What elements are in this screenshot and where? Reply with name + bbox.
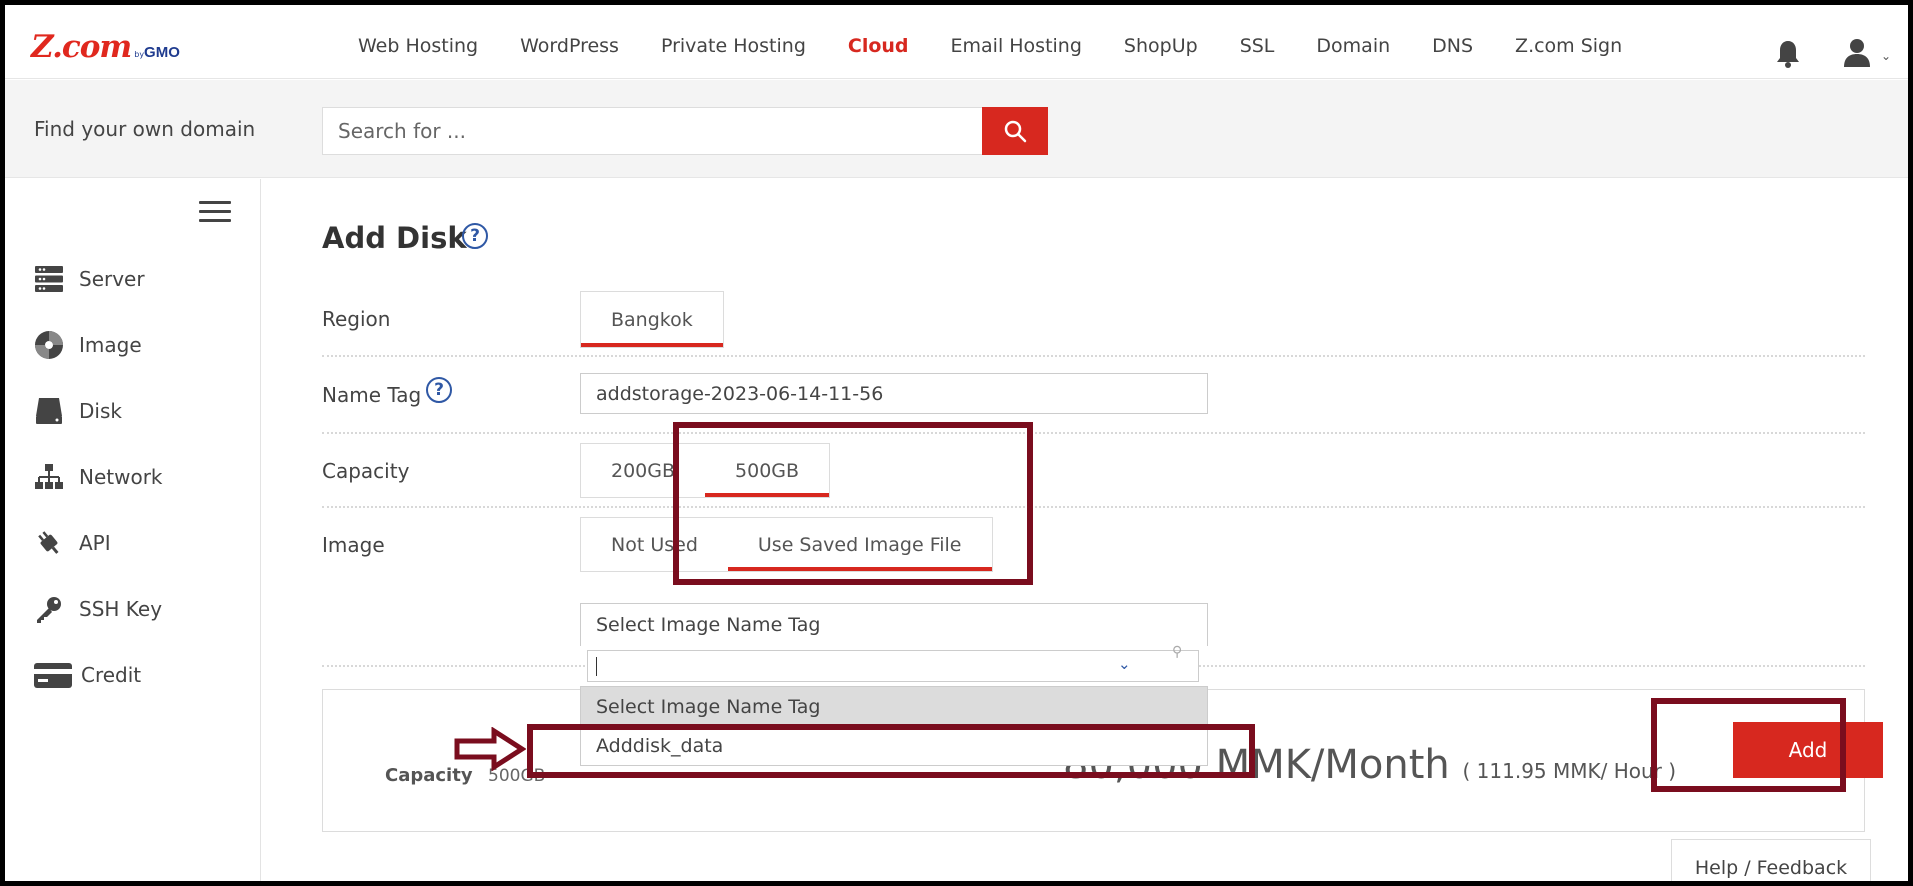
- sidebar-item-label: API: [79, 531, 111, 555]
- nav-email-hosting[interactable]: Email Hosting: [951, 35, 1082, 57]
- top-navigation: Z.com by GMO Web Hosting WordPress Priva…: [5, 5, 1908, 79]
- dropdown-option-adddisk-data[interactable]: Adddisk_data: [581, 726, 1207, 765]
- capacity-label: Capacity: [322, 459, 410, 483]
- image-name-tag-select[interactable]: Select Image Name Tag: [580, 603, 1208, 646]
- sidebar-item-image[interactable]: Image: [33, 328, 142, 362]
- nav-web-hosting[interactable]: Web Hosting: [358, 35, 478, 57]
- domain-search-band: Find your own domain: [5, 80, 1908, 178]
- sidebar-item-label: Disk: [79, 399, 122, 423]
- page-title: Add Disk: [322, 221, 467, 255]
- sidebar-item-credit[interactable]: Credit: [33, 658, 141, 692]
- capacity-option-200gb[interactable]: 200GB: [581, 444, 705, 497]
- sidebar-item-api[interactable]: API: [33, 526, 111, 560]
- dropdown-search-input[interactable]: ⌄: [587, 650, 1199, 682]
- bell-icon[interactable]: [1774, 39, 1802, 69]
- hamburger-icon[interactable]: [199, 201, 231, 223]
- credit-card-icon: [33, 659, 73, 691]
- domain-search-label: Find your own domain: [34, 117, 256, 141]
- sidebar: Server Image Disk Network API SSH Key Cr…: [5, 179, 261, 881]
- domain-search-input[interactable]: [322, 107, 983, 155]
- sidebar-item-label: Credit: [81, 663, 142, 687]
- logo-gmo: GMO: [144, 44, 180, 61]
- key-icon: [33, 593, 65, 625]
- divider: [322, 506, 1865, 508]
- nav-wordpress[interactable]: WordPress: [520, 35, 619, 57]
- name-tag-label: Name Tag: [322, 383, 422, 407]
- image-option-not-used[interactable]: Not Used: [581, 518, 728, 571]
- image-option-use-saved[interactable]: Use Saved Image File: [727, 518, 992, 571]
- sidebar-item-disk[interactable]: Disk: [33, 394, 122, 428]
- annotation-arrow-icon: [454, 727, 526, 771]
- capacity-selector: 200GB 500GB: [580, 443, 831, 498]
- image-selector: Not Used Use Saved Image File: [580, 517, 993, 572]
- add-button[interactable]: Add: [1733, 722, 1883, 778]
- sidebar-item-label: Network: [79, 465, 163, 489]
- nav-zcom-sign[interactable]: Z.com Sign: [1515, 35, 1622, 57]
- region-option-bangkok[interactable]: Bangkok: [581, 292, 723, 347]
- nav-ssl[interactable]: SSL: [1240, 35, 1275, 57]
- sidebar-item-ssh-key[interactable]: SSH Key: [33, 592, 162, 626]
- zcom-logo[interactable]: Z.com by GMO: [31, 29, 180, 65]
- text-cursor: [596, 657, 597, 676]
- server-icon: [33, 263, 65, 295]
- image-disc-icon: [33, 329, 65, 361]
- divider: [322, 432, 1865, 434]
- region-selector: Bangkok: [580, 291, 724, 348]
- sidebar-item-network[interactable]: Network: [33, 460, 163, 494]
- sidebar-item-label: Server: [79, 267, 145, 291]
- region-label: Region: [322, 307, 391, 331]
- user-icon[interactable]: [1843, 37, 1871, 67]
- disk-icon: [33, 395, 65, 427]
- name-tag-help-icon[interactable]: ?: [426, 377, 452, 403]
- capacity-option-500gb[interactable]: 500GB: [705, 444, 830, 497]
- logo-by: by: [134, 50, 145, 59]
- image-name-tag-dropdown: Select Image Name Tag Adddisk_data: [580, 686, 1208, 766]
- help-feedback-button[interactable]: Help / Feedback: [1671, 839, 1871, 881]
- image-label: Image: [322, 533, 385, 557]
- search-icon: ⚲: [1172, 644, 1183, 660]
- api-icon: [33, 527, 65, 559]
- dropdown-option-placeholder[interactable]: Select Image Name Tag: [581, 687, 1207, 726]
- logo-brand: Z.com: [31, 29, 132, 65]
- help-icon[interactable]: ?: [462, 223, 488, 249]
- main-menu: Web Hosting WordPress Private Hosting Cl…: [358, 35, 1664, 57]
- chevron-down-icon[interactable]: ⌄: [1881, 49, 1891, 63]
- network-icon: [33, 461, 65, 493]
- nav-cloud[interactable]: Cloud: [848, 35, 909, 57]
- search-icon: [1004, 120, 1027, 143]
- main-content: Add Disk ? Region Bangkok Name Tag ? Cap…: [262, 179, 1908, 881]
- chevron-down-icon[interactable]: ⌄: [1118, 655, 1131, 673]
- sidebar-item-label: Image: [79, 333, 142, 357]
- nav-private-hosting[interactable]: Private Hosting: [661, 35, 806, 57]
- nav-shopup[interactable]: ShopUp: [1124, 35, 1198, 57]
- sidebar-item-label: SSH Key: [79, 597, 163, 621]
- divider: [322, 355, 1865, 357]
- sidebar-item-server[interactable]: Server: [33, 262, 145, 296]
- nav-domain[interactable]: Domain: [1316, 35, 1390, 57]
- hourly-price: ( 111.95 MMK/ Hour ): [1462, 759, 1677, 783]
- nav-dns[interactable]: DNS: [1432, 35, 1473, 57]
- name-tag-input[interactable]: [580, 373, 1208, 414]
- app-window: Z.com by GMO Web Hosting WordPress Priva…: [0, 0, 1913, 886]
- domain-search-button[interactable]: [982, 107, 1048, 155]
